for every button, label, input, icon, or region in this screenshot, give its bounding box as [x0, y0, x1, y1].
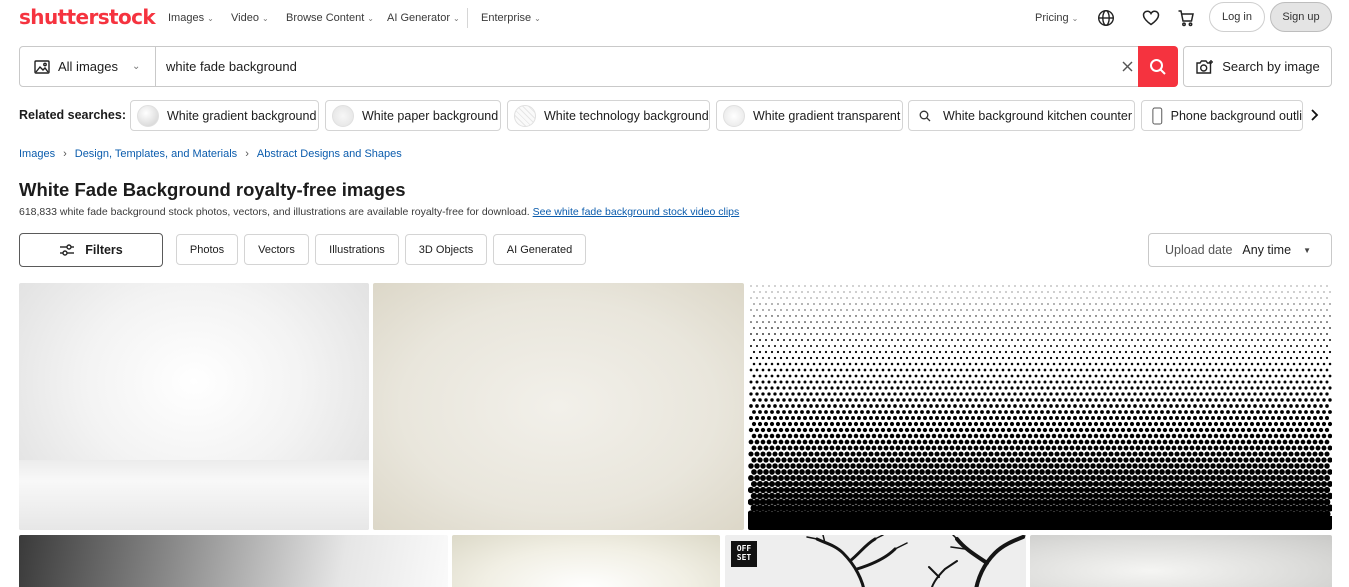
clear-search-icon[interactable]: [1118, 57, 1136, 75]
related-chip[interactable]: White gradient background: [130, 100, 319, 131]
filter-illustrations[interactable]: Illustrations: [315, 234, 399, 265]
cart-icon[interactable]: [1173, 6, 1199, 30]
caret-down-icon: ▼: [1303, 246, 1311, 255]
chevron-down-icon: ⌄: [132, 61, 140, 72]
result-image[interactable]: [748, 283, 1332, 530]
sort-dropdown[interactable]: Upload date Any time ▼: [1148, 233, 1332, 267]
nav-pricing[interactable]: Pricing ⌄: [1035, 12, 1078, 24]
related-chip-label: White gradient background: [167, 109, 316, 123]
results-description: 618,833 white fade background stock phot…: [19, 206, 739, 218]
nav-browse-content[interactable]: Browse Content ⌄: [286, 12, 374, 24]
sort-value: Any time: [1242, 243, 1291, 257]
search-icon: [1149, 58, 1167, 76]
sort-label: Upload date: [1165, 243, 1232, 257]
video-clips-link[interactable]: See white fade background stock video cl…: [533, 206, 740, 218]
chip-thumbnail: [514, 105, 536, 127]
results-count-text: 618,833 white fade background stock phot…: [19, 206, 530, 218]
nav-enterprise-label: Enterprise: [481, 12, 531, 24]
breadcrumb: Images › Design, Templates, and Material…: [19, 148, 402, 160]
filter-vectors[interactable]: Vectors: [244, 234, 309, 265]
result-image[interactable]: [373, 283, 744, 530]
chip-thumbnail: [332, 105, 354, 127]
tree-silhouette: [725, 535, 1026, 587]
related-chip-label: Phone background outli: [1171, 109, 1302, 123]
chevron-down-icon: ⌄: [367, 14, 374, 23]
related-chip[interactable]: White gradient transparent: [716, 100, 903, 131]
result-image[interactable]: [19, 283, 369, 530]
result-image[interactable]: OFF SET: [725, 535, 1026, 587]
chip-thumbnail: [723, 105, 745, 127]
chevron-right-icon: ›: [245, 148, 249, 160]
nav-images[interactable]: Images ⌄: [168, 12, 214, 24]
related-chip[interactable]: White technology background: [507, 100, 710, 131]
related-chip-label: White paper background: [362, 109, 498, 123]
search-type-dropdown[interactable]: All images ⌄: [20, 47, 156, 86]
nav-divider: [467, 8, 468, 28]
phone-icon: [1152, 106, 1163, 126]
sliders-icon: [59, 243, 75, 257]
halftone-pattern: [748, 283, 1332, 530]
globe-icon[interactable]: [1093, 6, 1119, 30]
login-button[interactable]: Log in: [1209, 2, 1265, 32]
image-icon: [34, 60, 50, 74]
shutterstock-logo[interactable]: shutterstock: [19, 5, 155, 29]
related-chip[interactable]: White paper background: [325, 100, 501, 131]
filter-ai-generated[interactable]: AI Generated: [493, 234, 586, 265]
chevron-down-icon: ⌄: [262, 14, 269, 23]
nav-images-label: Images: [168, 12, 204, 24]
nav-pricing-label: Pricing: [1035, 12, 1069, 24]
related-chip-label: White gradient transparent: [753, 109, 900, 123]
camera-search-icon: [1195, 59, 1214, 75]
chip-thumbnail: [137, 105, 159, 127]
nav-ai-generator-label: AI Generator: [387, 12, 450, 24]
result-image[interactable]: [452, 535, 720, 587]
search-input[interactable]: [166, 47, 1106, 86]
related-chip[interactable]: Phone background outli: [1141, 100, 1303, 131]
search-bar: All images ⌄: [19, 46, 1177, 87]
nav-enterprise[interactable]: Enterprise ⌄: [481, 12, 541, 24]
nav-video-label: Video: [231, 12, 259, 24]
breadcrumb-link[interactable]: Images: [19, 148, 55, 160]
chevron-right-icon: ›: [63, 148, 67, 160]
search-type-label: All images: [58, 59, 118, 74]
top-navigation: shutterstock Images ⌄ Video ⌄ Browse Con…: [0, 0, 1349, 36]
page-title: White Fade Background royalty-free image…: [19, 179, 406, 201]
chevron-right-icon[interactable]: [1310, 108, 1319, 124]
filter-photos[interactable]: Photos: [176, 234, 238, 265]
related-chip[interactable]: White background kitchen counter: [908, 100, 1135, 131]
filter-3d-objects[interactable]: 3D Objects: [405, 234, 487, 265]
breadcrumb-link[interactable]: Design, Templates, and Materials: [75, 148, 237, 160]
heart-icon[interactable]: [1138, 6, 1164, 30]
related-searches-label: Related searches:: [19, 108, 126, 122]
breadcrumb-link[interactable]: Abstract Designs and Shapes: [257, 148, 402, 160]
chevron-down-icon: ⌄: [453, 14, 460, 23]
nav-ai-generator[interactable]: AI Generator ⌄: [387, 12, 460, 24]
result-image[interactable]: [19, 535, 448, 587]
related-chip-label: White technology background: [544, 109, 709, 123]
filters-button[interactable]: Filters: [19, 233, 163, 267]
signup-button[interactable]: Sign up: [1270, 2, 1332, 32]
search-by-image-button[interactable]: Search by image: [1183, 46, 1332, 87]
nav-browse-content-label: Browse Content: [286, 12, 364, 24]
filters-label: Filters: [85, 243, 123, 257]
result-image[interactable]: [1030, 535, 1332, 587]
chevron-down-icon: ⌄: [207, 14, 214, 23]
nav-video[interactable]: Video ⌄: [231, 12, 269, 24]
chevron-down-icon: ⌄: [1072, 14, 1079, 23]
search-by-image-label: Search by image: [1222, 59, 1320, 74]
related-chip-label: White background kitchen counter: [943, 109, 1132, 123]
search-button[interactable]: [1138, 46, 1178, 87]
search-icon: [919, 110, 931, 122]
image-floor-shade: [19, 460, 369, 530]
chevron-down-icon: ⌄: [534, 14, 541, 23]
